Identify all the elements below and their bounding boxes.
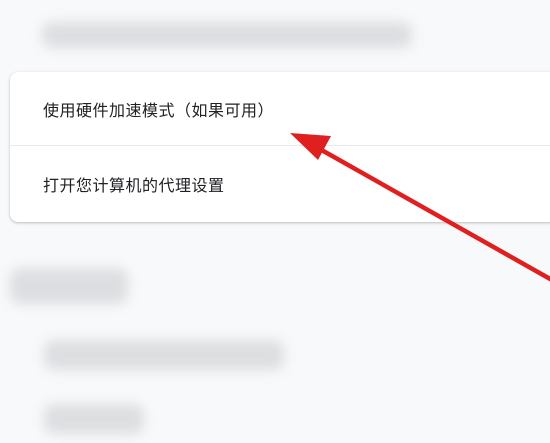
- hardware-acceleration-toggle-row[interactable]: 使用硬件加速模式（如果可用）: [10, 72, 550, 146]
- open-proxy-settings-row[interactable]: 打开您计算机的代理设置: [10, 147, 550, 221]
- blurred-header-text: [42, 22, 412, 48]
- blurred-setting-text-2: [44, 404, 144, 434]
- system-settings-card: 使用硬件加速模式（如果可用） 打开您计算机的代理设置: [10, 72, 550, 222]
- proxy-settings-label: 打开您计算机的代理设置: [43, 176, 225, 195]
- blurred-setting-text: [44, 340, 284, 370]
- hardware-acceleration-label: 使用硬件加速模式（如果可用）: [43, 100, 275, 120]
- blurred-section-heading: [10, 268, 128, 304]
